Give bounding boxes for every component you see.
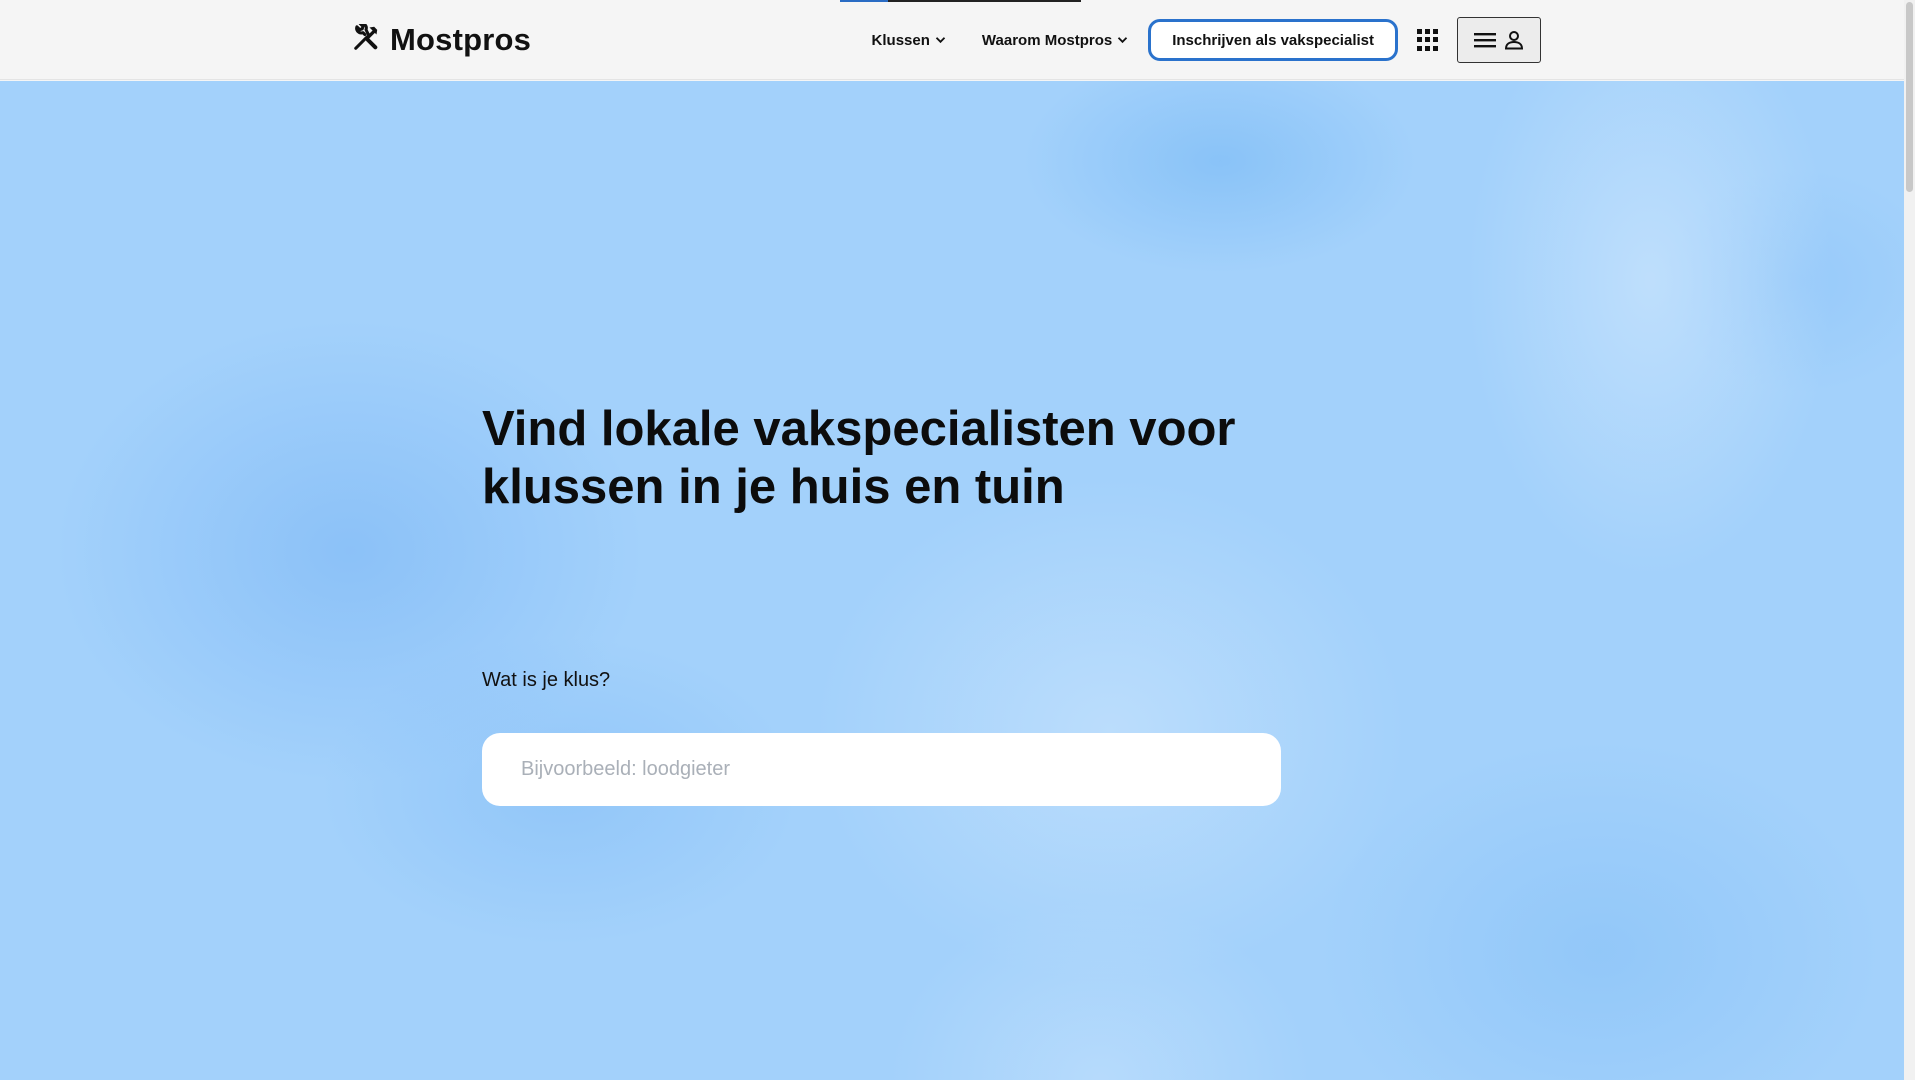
brand-logo[interactable]: Mostpros <box>352 20 531 60</box>
nav-item-label: Klussen <box>871 31 930 49</box>
scrollbar-thumb[interactable] <box>1906 2 1913 192</box>
page-load-progress <box>840 0 1081 2</box>
hero-title: Vind lokale vakspecialisten voor klussen… <box>482 402 1236 514</box>
account-menu-button[interactable] <box>1457 17 1541 63</box>
nav-item-waarom-mostpros[interactable]: Waarom Mostpros <box>982 32 1128 49</box>
page: Mostpros Klussen Waarom Mostpros Inschri… <box>0 0 1915 1080</box>
chevron-down-icon <box>1118 37 1128 44</box>
grid-icon[interactable] <box>1417 29 1439 51</box>
hero-section <box>0 81 1904 1080</box>
signup-pro-button[interactable]: Inschrijven als vakspecialist <box>1148 19 1398 61</box>
job-search-input[interactable] <box>482 733 1281 806</box>
hamburger-icon <box>1474 33 1496 48</box>
nav-item-klussen[interactable]: Klussen <box>872 32 946 49</box>
job-question-label: Wat is je klus? <box>482 669 611 691</box>
page-scrollbar[interactable] <box>1904 0 1915 1080</box>
brand-name: Mostpros <box>390 22 532 57</box>
chevron-down-icon <box>935 37 946 44</box>
user-icon <box>1504 31 1524 50</box>
site-header: Mostpros Klussen Waarom Mostpros Inschri… <box>0 0 1904 80</box>
tools-icon <box>352 21 380 57</box>
nav-item-label: Waarom Mostpros <box>981 31 1113 49</box>
main-nav: Klussen Waarom Mostpros Inschrijven als … <box>872 17 1541 63</box>
